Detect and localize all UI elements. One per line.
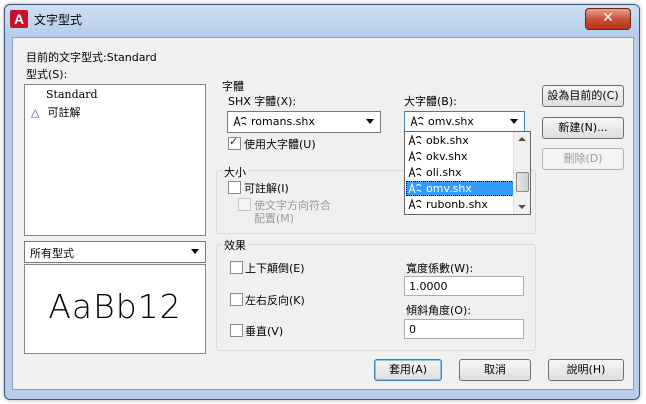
shx-font-label: SHX 字體(X): — [228, 95, 297, 108]
cancel-button[interactable]: 取消 — [459, 359, 531, 381]
current-style-label: 目前的文字型式:Standard — [26, 51, 157, 64]
shx-font-icon — [408, 166, 422, 178]
window-title: 文字型式 — [34, 13, 83, 27]
match-orientation-checkbox[interactable] — [238, 198, 251, 211]
dropdown-scrollbar[interactable] — [513, 132, 530, 214]
width-factor-value: 1.0000 — [409, 280, 448, 293]
preview-box: AaBb12 — [24, 264, 206, 354]
styles-label: 型式(S): — [26, 68, 68, 81]
chevron-down-icon — [366, 119, 374, 124]
bigfont-option[interactable]: rubonb.shx — [406, 197, 514, 212]
scroll-up-arrow-icon[interactable] — [518, 137, 526, 141]
bigfont-dropdown-list[interactable]: obk.shx okv.shx oli.shx omv.shx rubonb.s… — [404, 131, 531, 215]
effects-group-title: 效果 — [222, 237, 248, 253]
vertical-checkbox[interactable] — [230, 324, 243, 337]
help-button[interactable]: 說明(H) — [548, 359, 624, 381]
match-orientation-label-line2: 配置(M) — [254, 212, 295, 225]
bigfont-option-label: obk.shx — [426, 134, 469, 147]
bigfont-option-selected[interactable]: omv.shx — [406, 181, 514, 196]
shx-font-icon — [408, 198, 422, 210]
style-item-label: Standard — [46, 88, 98, 101]
annotative-label: 可註解(I) — [244, 182, 289, 195]
style-item-annotative[interactable]: △ 可註解 — [31, 104, 81, 120]
annotative-checkbox[interactable] — [228, 181, 241, 194]
backwards-checkbox[interactable] — [230, 293, 243, 306]
shx-font-icon — [408, 150, 422, 162]
chevron-down-icon — [191, 249, 199, 254]
bigfont-option[interactable]: oli.shx — [406, 165, 514, 180]
chevron-down-icon — [510, 119, 518, 124]
shx-font-icon — [233, 115, 247, 127]
bigfont-value: omv.shx — [428, 115, 474, 128]
size-group-title: 大小 — [222, 164, 248, 180]
close-button[interactable]: ✕ — [585, 8, 631, 30]
vertical-label: 垂直(V) — [245, 325, 284, 338]
style-filter-value: 所有型式 — [30, 247, 74, 260]
bigfont-option[interactable]: obk.shx — [406, 133, 514, 148]
style-item-label: 可註解 — [47, 106, 81, 119]
oblique-angle-input[interactable]: 0 — [404, 319, 524, 339]
upside-down-checkbox[interactable] — [230, 261, 243, 274]
bigfont-option-label: oli.shx — [426, 166, 462, 179]
new-style-button[interactable]: 新建(N)... — [542, 117, 624, 139]
preview-text: AaBb12 — [48, 287, 182, 326]
use-bigfont-label: 使用大字體(U) — [244, 138, 316, 151]
scroll-down-arrow-icon[interactable] — [518, 205, 526, 209]
style-item-standard[interactable]: Standard — [46, 88, 98, 101]
upside-down-label: 上下顛倒(E) — [245, 262, 305, 275]
shx-font-icon — [408, 134, 422, 146]
bigfont-label: 大字體(B): — [404, 95, 457, 108]
shx-font-combo[interactable]: romans.shx — [227, 111, 381, 133]
bigfont-option-label: rubonb.shx — [426, 198, 488, 211]
bigfont-option[interactable]: okv.shx — [406, 149, 514, 164]
backwards-label: 左右反向(K) — [245, 294, 305, 307]
oblique-angle-value: 0 — [409, 323, 416, 336]
shx-font-icon — [410, 115, 424, 127]
font-group-title: 字體 — [222, 80, 244, 93]
shx-font-value: romans.shx — [251, 115, 315, 128]
style-filter-combo[interactable]: 所有型式 — [24, 241, 206, 263]
styles-list[interactable]: Standard △ 可註解 — [24, 84, 206, 236]
bigfont-option-label: okv.shx — [426, 150, 468, 163]
delete-style-button[interactable]: 刪除(D) — [542, 148, 624, 170]
annotative-triangle-icon: △ — [31, 106, 40, 119]
width-factor-label: 寬度係數(W): — [406, 262, 474, 275]
scroll-thumb[interactable] — [516, 172, 529, 192]
width-factor-input[interactable]: 1.0000 — [404, 276, 524, 296]
autocad-logo-icon: A — [10, 10, 28, 28]
oblique-angle-label: 傾斜角度(O): — [406, 304, 471, 317]
set-current-button[interactable]: 設為目前的(C) — [542, 85, 624, 107]
bigfont-option-label: omv.shx — [426, 182, 472, 195]
bigfont-combo[interactable]: omv.shx — [404, 111, 525, 133]
apply-button[interactable]: 套用(A) — [374, 359, 442, 381]
use-bigfont-checkbox[interactable] — [228, 135, 241, 150]
shx-font-icon — [408, 182, 422, 194]
